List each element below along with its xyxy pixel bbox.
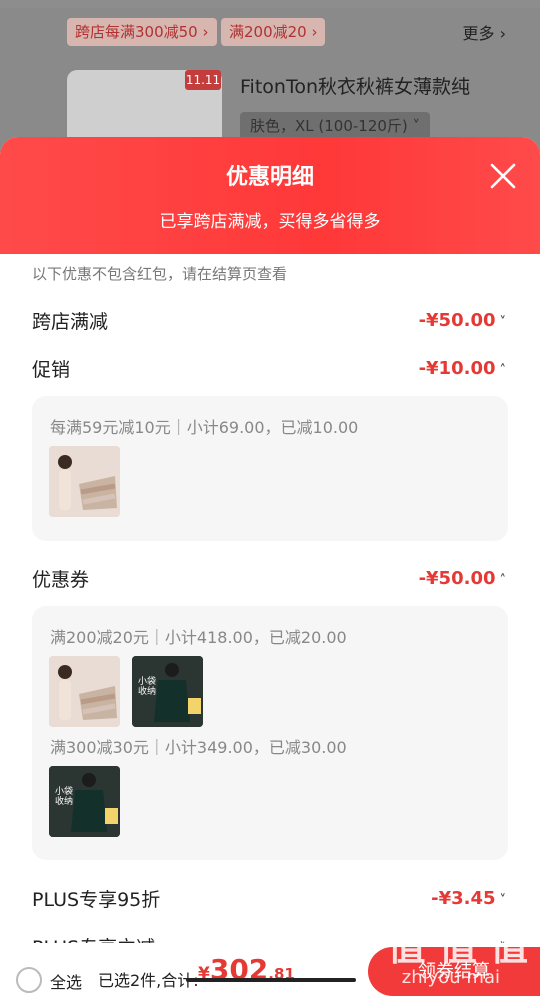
- svg-text:小袋: 小袋: [138, 675, 156, 687]
- svg-text:小袋: 小袋: [55, 785, 73, 797]
- product-image-down-jacket[interactable]: 小袋 收纳: [49, 766, 120, 837]
- row-amount: -¥50.00: [418, 567, 496, 589]
- watermark-logo: 值 值 值: [387, 925, 528, 969]
- close-icon[interactable]: [488, 161, 518, 191]
- coupon-card: 满200减20元｜小计418.00，已减20.00 小袋 收纳 满300减30元｜…: [32, 606, 508, 860]
- discount-details-sheet: 优惠明细 已享跨店满减，买得多省得多 以下优惠不包含红包，请在结算页查看 跨店满…: [0, 137, 540, 996]
- selection-summary: 已选2件,合计:: [98, 971, 199, 990]
- discount-note: 以下优惠不包含红包，请在结算页查看: [32, 265, 288, 283]
- sheet-header: 优惠明细 已享跨店满减，买得多省得多: [0, 137, 540, 254]
- home-indicator: [186, 978, 356, 982]
- row-promotion[interactable]: 促销 -¥10.00 ˄: [32, 353, 506, 383]
- row-label: 促销: [32, 358, 71, 381]
- coupon-rule-2: 满300减30元｜小计349.00，已减30.00: [50, 738, 347, 757]
- svg-text:收纳: 收纳: [138, 685, 156, 697]
- select-all-checkbox[interactable]: [16, 967, 42, 993]
- svg-text:收纳: 收纳: [55, 795, 73, 807]
- row-label: 跨店满减: [32, 310, 109, 333]
- chevron-down-icon[interactable]: ˅: [500, 893, 507, 908]
- row-amount: -¥3.45: [431, 887, 496, 909]
- coupon-chip[interactable]: 满200减20 ›: [221, 18, 326, 46]
- promotion-rule: 每满59元减10元｜小计69.00，已减10.00: [50, 418, 359, 437]
- chevron-down-icon[interactable]: ˅: [500, 315, 507, 330]
- more-link[interactable]: 更多 ›: [463, 20, 507, 44]
- row-label: 优惠券: [32, 568, 90, 591]
- chevron-up-icon[interactable]: ˄: [500, 573, 507, 588]
- product-image-down-jacket[interactable]: 小袋 收纳: [132, 656, 203, 727]
- row-coupon[interactable]: 优惠券 -¥50.00 ˄: [32, 563, 506, 593]
- sku-selector[interactable]: 肤色，XL (100-120斤) ˅: [240, 112, 431, 140]
- row-cross-store-discount[interactable]: 跨店满减 -¥50.00 ˅: [32, 305, 506, 335]
- product-image-thermal-set[interactable]: [49, 656, 120, 727]
- row-amount: -¥10.00: [418, 357, 496, 379]
- product-title[interactable]: FitonTon秋衣秋裤女薄款纯: [240, 72, 470, 99]
- row-label: PLUS专享95折: [32, 888, 161, 911]
- row-amount: -¥50.00: [418, 309, 496, 331]
- row-plus-95-discount[interactable]: PLUS专享95折 -¥3.45 ˅: [32, 883, 506, 913]
- sheet-subtitle: 已享跨店满减，买得多省得多: [159, 212, 381, 232]
- product-image-thermal-set[interactable]: [49, 446, 120, 517]
- coupon-rule-1: 满200减20元｜小计418.00，已减20.00: [50, 628, 347, 647]
- cross-store-discount-chip[interactable]: 跨店每满300减50 ›: [67, 18, 217, 46]
- watermark-text: zhiyou mai: [401, 967, 500, 988]
- select-all-label[interactable]: 全选: [50, 969, 82, 993]
- promotion-card: 每满59元减10元｜小计69.00，已减10.00: [32, 396, 508, 541]
- sheet-title: 优惠明细: [225, 165, 314, 190]
- double-eleven-tag: 11.11: [185, 70, 221, 90]
- background-top-strip: [0, 0, 540, 8]
- chevron-up-icon[interactable]: ˄: [500, 363, 507, 378]
